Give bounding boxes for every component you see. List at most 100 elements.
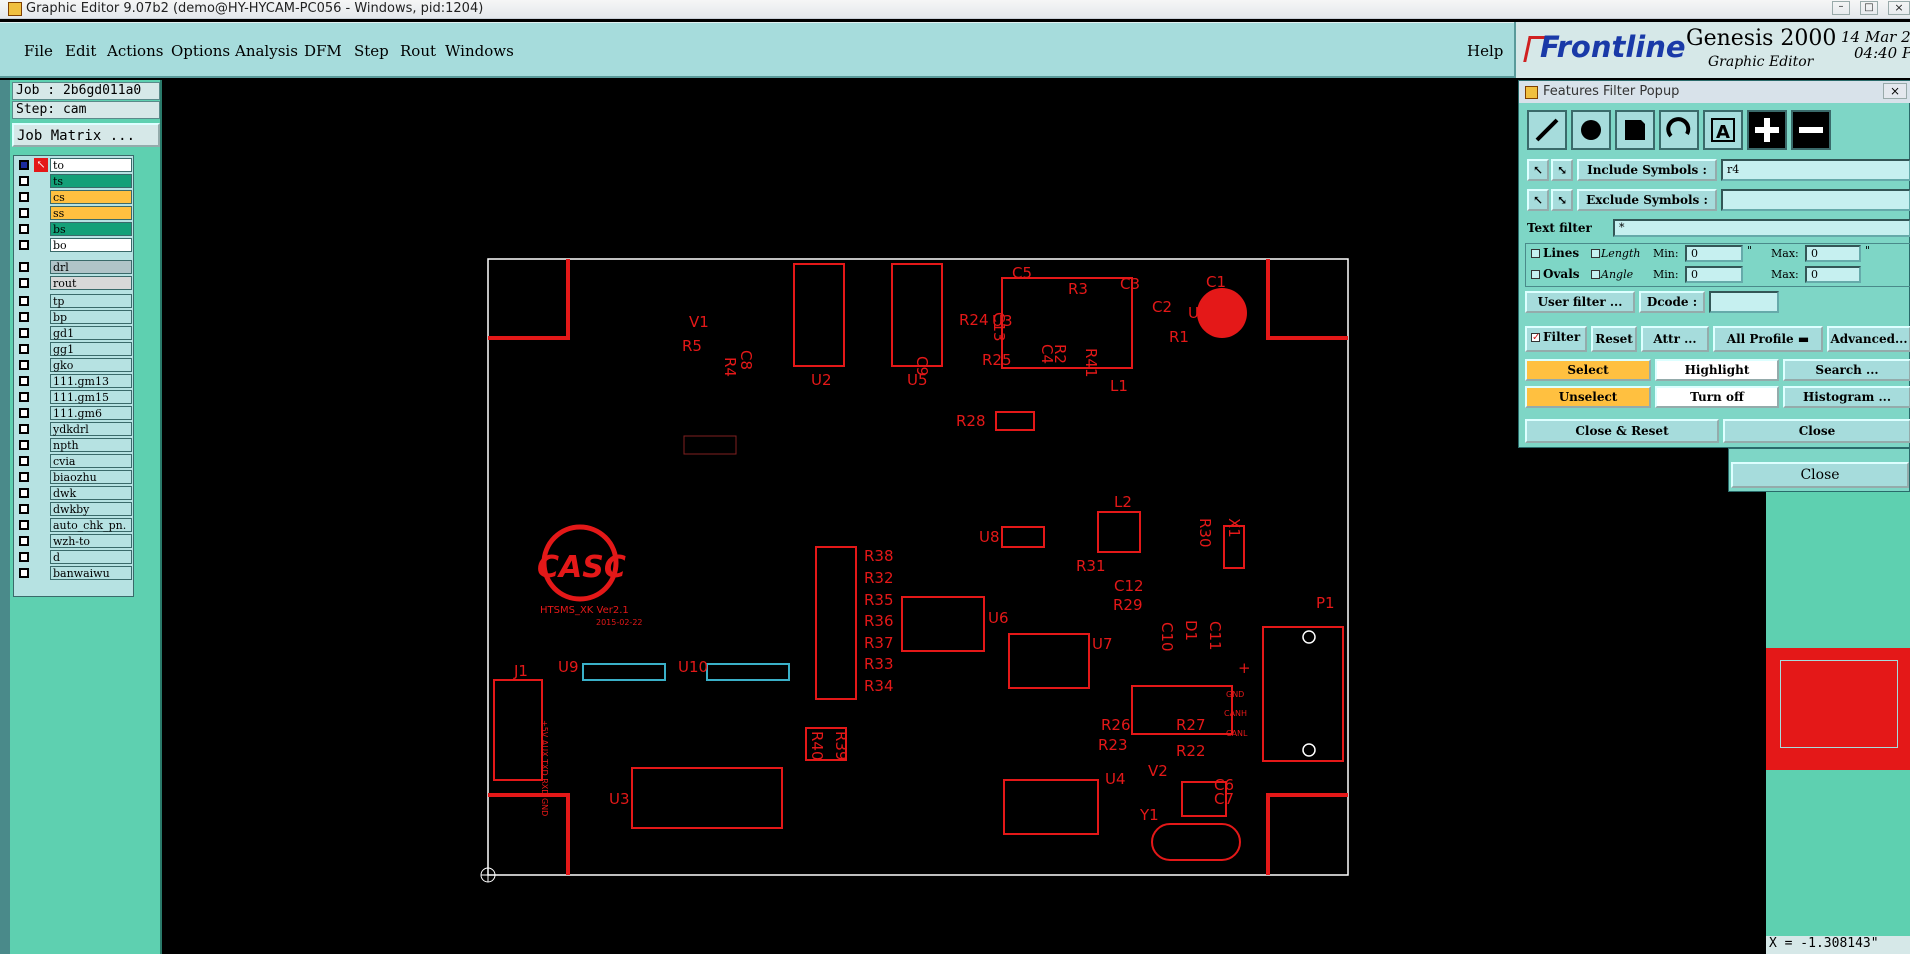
ovals-min-input[interactable]: 0 (1685, 266, 1743, 283)
layer-name[interactable]: d (50, 550, 132, 564)
attr-button[interactable]: Attr ... (1641, 326, 1709, 352)
layer-name[interactable]: banwaiwu (50, 566, 132, 580)
layer-row-d[interactable]: d (16, 550, 133, 564)
close-button[interactable]: Close (1723, 419, 1910, 443)
layer-checkbox[interactable] (19, 504, 29, 514)
include-symbols-input[interactable]: r4 (1721, 159, 1910, 181)
layer-row-111-gm13[interactable]: 111.gm13 (16, 374, 133, 388)
layer-checkbox[interactable] (19, 344, 29, 354)
layer-name[interactable]: bo (50, 238, 132, 252)
menu-edit[interactable]: Edit (65, 42, 96, 60)
layer-name[interactable]: gd1 (50, 326, 132, 340)
layer-row-111-gm15[interactable]: 111.gm15 (16, 390, 133, 404)
menu-actions[interactable]: Actions (107, 42, 163, 60)
user-filter-button[interactable]: User filter ... (1525, 291, 1635, 313)
lines-max-input[interactable]: 0 (1805, 245, 1861, 262)
overview-thumbnail[interactable] (1766, 648, 1910, 770)
search-button[interactable]: Search ... (1783, 359, 1910, 381)
job-matrix-button[interactable]: Job Matrix ... (12, 123, 160, 147)
layer-checkbox[interactable] (19, 192, 29, 202)
line-filter-button[interactable] (1527, 110, 1567, 150)
layer-row-cvia[interactable]: cvia (16, 454, 133, 468)
menu-file[interactable]: File (24, 42, 53, 60)
surface-filter-button[interactable] (1615, 110, 1655, 150)
layer-name[interactable]: gg1 (50, 342, 132, 356)
layer-checkbox[interactable] (19, 440, 29, 450)
layer-checkbox[interactable] (19, 278, 29, 288)
layer-name[interactable]: drl (50, 260, 132, 274)
menu-windows[interactable]: Windows (445, 42, 514, 60)
layer-checkbox[interactable] (19, 536, 29, 546)
layer-name[interactable]: rout (50, 276, 132, 290)
layer-checkbox[interactable] (19, 472, 29, 482)
layer-row-banwaiwu[interactable]: banwaiwu (16, 566, 133, 580)
layer-name[interactable]: cs (50, 190, 132, 204)
layer-checkbox[interactable] (19, 312, 29, 322)
background-close-button[interactable]: Close (1731, 462, 1909, 488)
menu-options[interactable]: Options (171, 42, 230, 60)
layer-row-cs[interactable]: cs (16, 190, 133, 204)
layer-name[interactable]: ts (50, 174, 132, 188)
layer-row-to[interactable]: ↖ to (16, 158, 133, 172)
layer-row-dwkby[interactable]: dwkby (16, 502, 133, 516)
exclude-symbols-button[interactable]: Exclude Symbols : (1577, 189, 1717, 211)
layer-name[interactable]: gko (50, 358, 132, 372)
ovals-checkbox[interactable] (1531, 270, 1540, 279)
layer-checkbox[interactable] (19, 328, 29, 338)
layer-name[interactable]: cvia (50, 454, 132, 468)
layer-name[interactable]: wzh-to (50, 534, 132, 548)
layer-name[interactable]: auto_chk_pn. (50, 518, 132, 532)
layer-row-gg1[interactable]: gg1 (16, 342, 133, 356)
layer-checkbox[interactable] (19, 376, 29, 386)
unselect-button[interactable]: Unselect (1525, 386, 1651, 408)
layer-name[interactable]: 111.gm13 (50, 374, 132, 388)
maximize-icon[interactable]: □ (1860, 1, 1878, 15)
advanced-button[interactable]: Advanced... (1827, 326, 1910, 352)
graphics-canvas[interactable]: CASC HTSMS_XK Ver2.1 2015-02-22 C5 C13 R3 C… (162, 80, 1516, 954)
turn-off-button[interactable]: Turn off (1655, 386, 1779, 408)
menu-step[interactable]: Step (354, 42, 389, 60)
layer-row-drl[interactable]: drl (16, 260, 133, 274)
layer-row-111-gm6[interactable]: 111.gm6 (16, 406, 133, 420)
layer-checkbox[interactable] (19, 240, 29, 250)
pad-filter-button[interactable] (1571, 110, 1611, 150)
layer-checkbox[interactable] (19, 408, 29, 418)
dcode-button[interactable]: Dcode : (1639, 291, 1705, 313)
layer-checkbox[interactable] (19, 520, 29, 530)
negative-polarity-button[interactable] (1791, 110, 1831, 150)
layer-checkbox[interactable] (19, 208, 29, 218)
layer-checkbox[interactable] (19, 176, 29, 186)
layer-row-rout[interactable]: rout (16, 276, 133, 290)
lines-min-input[interactable]: 0 (1685, 245, 1743, 262)
menu-help[interactable]: Help (1467, 42, 1503, 60)
ovals-max-input[interactable]: 0 (1805, 266, 1861, 283)
layer-checkbox[interactable] (19, 224, 29, 234)
layer-checkbox[interactable] (19, 488, 29, 498)
layer-checkbox[interactable] (19, 456, 29, 466)
layer-row-bo[interactable]: bo (16, 238, 133, 252)
layer-name[interactable]: ydkdrl (50, 422, 132, 436)
arc-filter-button[interactable] (1659, 110, 1699, 150)
layer-row-auto-chk-pn-[interactable]: auto_chk_pn. (16, 518, 133, 532)
text-filter-button[interactable]: A (1703, 110, 1743, 150)
angle-checkbox[interactable] (1591, 270, 1600, 279)
menu-dfm[interactable]: DFM (304, 42, 342, 60)
histogram-button[interactable]: Histogram ... (1783, 386, 1910, 408)
layer-checkbox[interactable] (19, 360, 29, 370)
layer-row-gko[interactable]: gko (16, 358, 133, 372)
pcb-drawing[interactable]: CASC HTSMS_XK Ver2.1 2015-02-22 C5C13R3 C… (162, 80, 1516, 954)
length-checkbox[interactable] (1591, 249, 1600, 258)
layer-row-gd1[interactable]: gd1 (16, 326, 133, 340)
layer-name[interactable]: tp (50, 294, 132, 308)
reset-button[interactable]: Reset (1591, 326, 1637, 352)
layer-name[interactable]: 111.gm15 (50, 390, 132, 404)
layer-name[interactable]: dwkby (50, 502, 132, 516)
menu-rout[interactable]: Rout (400, 42, 436, 60)
include-pick-icon[interactable]: ↖ (1527, 159, 1549, 181)
lines-checkbox[interactable] (1531, 249, 1540, 258)
minimize-icon[interactable]: – (1832, 1, 1850, 15)
layer-name[interactable]: to (50, 158, 132, 172)
highlight-button[interactable]: Highlight (1655, 359, 1779, 381)
layer-row-dwk[interactable]: dwk (16, 486, 133, 500)
layer-checkbox[interactable] (19, 262, 29, 272)
